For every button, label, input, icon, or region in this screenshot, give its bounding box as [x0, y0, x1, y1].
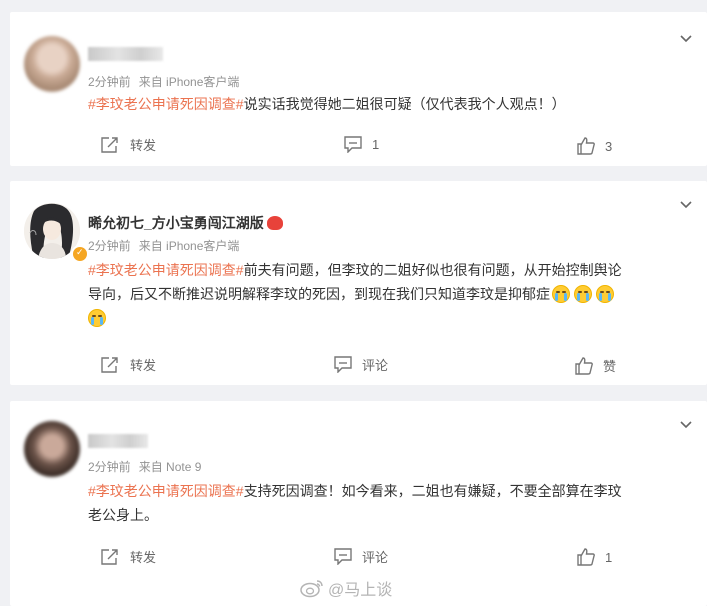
comment-body-line2: 导向，后又不断推迟说明解释李玟的死因，到现在我们只知道李玟是抑郁症 [88, 286, 550, 302]
comment-text: #李玟老公申请死因调查#前夫有问题，但李玟的二姐好似也很有问题，从开始控制舆论 … [88, 258, 669, 330]
username[interactable]: 晞允初七_方小宝勇闯江湖版 [88, 213, 283, 233]
timestamp[interactable]: 2分钟前 [88, 75, 131, 89]
like-button[interactable]: 赞 [575, 356, 616, 375]
weibo-logo-icon [300, 580, 323, 598]
repost-button[interactable]: 转发 [100, 135, 156, 154]
heart-eyes-emoji-icon [266, 216, 283, 230]
comment-body-line1: 支持死因调查！如今看来，二姐也有嫌疑，不要全部算在李玟 [243, 483, 622, 499]
chevron-down-icon[interactable] [679, 32, 693, 46]
username-redacted[interactable] [88, 434, 148, 448]
username-redacted[interactable] [88, 47, 163, 61]
crying-emoji-icon [88, 309, 106, 327]
verified-badge-icon [71, 245, 89, 263]
comment-icon [334, 356, 352, 373]
comment-label: 评论 [362, 550, 389, 565]
comment-icon [334, 548, 352, 565]
source: 来自 Note 9 [138, 460, 202, 474]
repost-label: 转发 [130, 138, 157, 153]
comment-body: 说实话我觉得她二姐很可疑（仅代表我个人观点！） [243, 96, 566, 112]
like-button[interactable]: 1 [577, 548, 612, 566]
repost-label: 转发 [130, 358, 157, 373]
comment-text: #李玟老公申请死因调查#说实话我觉得她二姐很可疑（仅代表我个人观点！） [88, 92, 669, 116]
comment-button[interactable]: 评论 [334, 355, 388, 374]
hashtag-link[interactable]: #李玟老公申请死因调查# [88, 262, 244, 278]
username-text[interactable]: 晞允初七_方小宝勇闯江湖版 [88, 215, 264, 231]
post-meta: 2分钟前 来自 iPhone客户端 [88, 237, 247, 254]
comment-label: 评论 [362, 358, 389, 373]
repost-icon [101, 136, 118, 153]
like-count: 3 [605, 138, 613, 154]
chevron-down-icon[interactable] [679, 198, 693, 212]
repost-icon [101, 548, 118, 565]
comment-count: 1 [372, 137, 380, 152]
comment-button[interactable]: 1 [344, 136, 379, 153]
comment-body-line1: 前夫有问题，但李玟的二姐好似也很有问题，从开始控制舆论 [243, 262, 622, 278]
post-meta: 2分钟前 来自 Note 9 [88, 458, 209, 475]
like-button[interactable]: 3 [577, 137, 612, 155]
thumbs-up-icon [575, 356, 593, 375]
repost-button[interactable]: 转发 [100, 547, 156, 566]
crying-emoji-icon [552, 285, 570, 303]
hashtag-link[interactable]: #李玟老公申请死因调查# [88, 96, 244, 112]
chevron-down-icon[interactable] [679, 418, 693, 432]
source: 来自 iPhone客户端 [138, 75, 240, 89]
hashtag-link[interactable]: #李玟老公申请死因调查# [88, 483, 244, 499]
thumbs-up-icon [577, 137, 595, 155]
like-count: 1 [605, 549, 613, 565]
avatar[interactable] [24, 36, 80, 92]
watermark-text: @马上谈 [328, 582, 393, 599]
like-label: 赞 [603, 359, 617, 374]
thumbs-up-icon [577, 548, 595, 566]
avatar[interactable] [24, 421, 80, 477]
crying-emoji-icon [574, 285, 592, 303]
source: 来自 iPhone客户端 [138, 239, 240, 253]
crying-emoji-icon [596, 285, 614, 303]
post-meta: 2分钟前 来自 iPhone客户端 [88, 73, 247, 90]
repost-icon [101, 356, 118, 373]
watermark: @马上谈 [300, 576, 392, 600]
comment-text: #李玟老公申请死因调查#支持死因调查！如今看来，二姐也有嫌疑，不要全部算在李玟 … [88, 479, 669, 527]
repost-button[interactable]: 转发 [100, 355, 156, 374]
comment-body-line2: 老公身上。 [88, 507, 158, 523]
comment-button[interactable]: 评论 [334, 547, 388, 566]
timestamp[interactable]: 2分钟前 [88, 460, 131, 474]
repost-label: 转发 [130, 550, 157, 565]
comment-icon [344, 136, 362, 153]
timestamp[interactable]: 2分钟前 [88, 239, 131, 253]
